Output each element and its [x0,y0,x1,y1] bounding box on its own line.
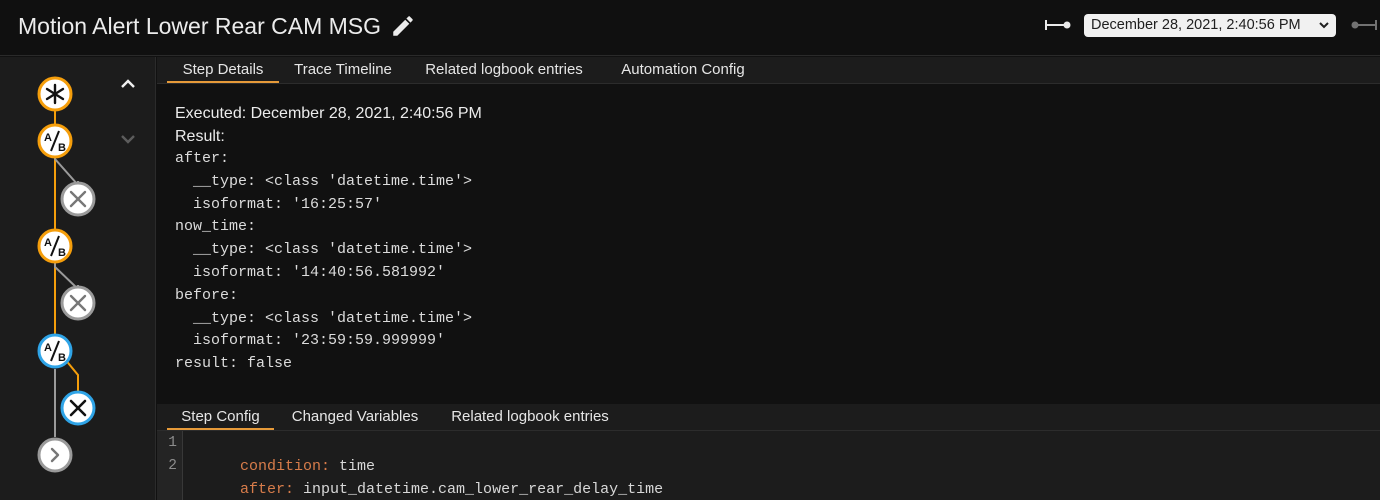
details-tabs: Step Details Trace Timeline Related logb… [157,57,1380,84]
tab-related-logbook[interactable]: Related logbook entries [419,57,589,83]
tab-step-config[interactable]: Step Config [167,404,274,430]
yaml-value: input_datetime.cam_lower_rear_delay_time [294,481,664,498]
svg-text:A: A [44,132,52,144]
tab-related-logbook[interactable]: Related logbook entries [445,404,615,430]
page-title: Motion Alert Lower Rear CAM MSG [18,13,382,39]
step-details: Executed: December 28, 2021, 2:40:56 PM … [175,102,1355,376]
line-number: 2 [168,458,177,474]
chevron-up-icon[interactable] [116,72,140,96]
svg-text:B: B [58,142,66,154]
condition-node-1[interactable]: A B [37,123,73,159]
trace-select-value: December 28, 2021, 2:40:56 PM [1091,17,1301,33]
line-gutter: 1 2 [157,431,183,500]
result-yaml-line: __type: <class 'datetime.time'> [175,309,473,327]
tab-automation-config[interactable]: Automation Config [613,57,753,83]
step-panel: Step Details Trace Timeline Related logb… [157,57,1380,500]
svg-text:B: B [58,247,66,259]
line-number: 1 [168,435,177,451]
toolbar: Motion Alert Lower Rear CAM MSG December… [0,0,1380,56]
stop-node-1[interactable] [60,181,96,217]
result-yaml-line: before: [175,286,239,304]
stop-node-2[interactable] [60,285,96,321]
newer-trace-icon[interactable] [1349,15,1379,35]
code-editor[interactable]: 1 2 condition: time after: input_datetim… [157,431,1380,500]
result-yaml-line: __type: <class 'datetime.time'> [175,172,473,190]
condition-node-2[interactable]: A B [37,228,73,264]
tab-changed-variables[interactable]: Changed Variables [285,404,425,430]
svg-text:B: B [58,352,66,364]
svg-text:A: A [44,342,52,354]
result-yaml-line: isoformat: '16:25:57' [175,195,383,213]
result-yaml-line: isoformat: '14:40:56.581992' [175,263,446,281]
result-yaml-line: __type: <class 'datetime.time'> [175,241,473,259]
trace-select[interactable]: December 28, 2021, 2:40:56 PM [1084,14,1336,37]
condition-node-3[interactable]: A B [37,333,73,369]
code-line: after: input_datetime.cam_lower_rear_del… [186,455,663,498]
result-yaml-line: after: [175,150,230,167]
trigger-node[interactable] [37,76,73,112]
older-trace-icon[interactable] [1043,15,1073,35]
chevron-down-icon [1319,22,1329,29]
result-label: Result: [175,128,225,145]
result-yaml-line: now_time: [175,218,257,236]
executed-time: Executed: December 28, 2021, 2:40:56 PM [175,105,482,122]
action-node[interactable] [37,437,73,473]
code-line: condition: time [186,432,375,475]
tab-trace-timeline[interactable]: Trace Timeline [287,57,399,83]
tab-step-details[interactable]: Step Details [167,57,279,83]
config-tabs: Step Config Changed Variables Related lo… [157,404,1380,431]
svg-text:A: A [44,237,52,249]
chevron-down-icon[interactable] [116,127,140,151]
yaml-key: after: [240,481,295,498]
trace-graph: A B A B A B [0,57,156,500]
edit-icon[interactable] [390,13,416,39]
result-yaml-line: isoformat: '23:59:59.999999' [175,332,446,350]
result-yaml-line: result: false [175,355,293,373]
stop-node-3[interactable] [60,390,96,426]
